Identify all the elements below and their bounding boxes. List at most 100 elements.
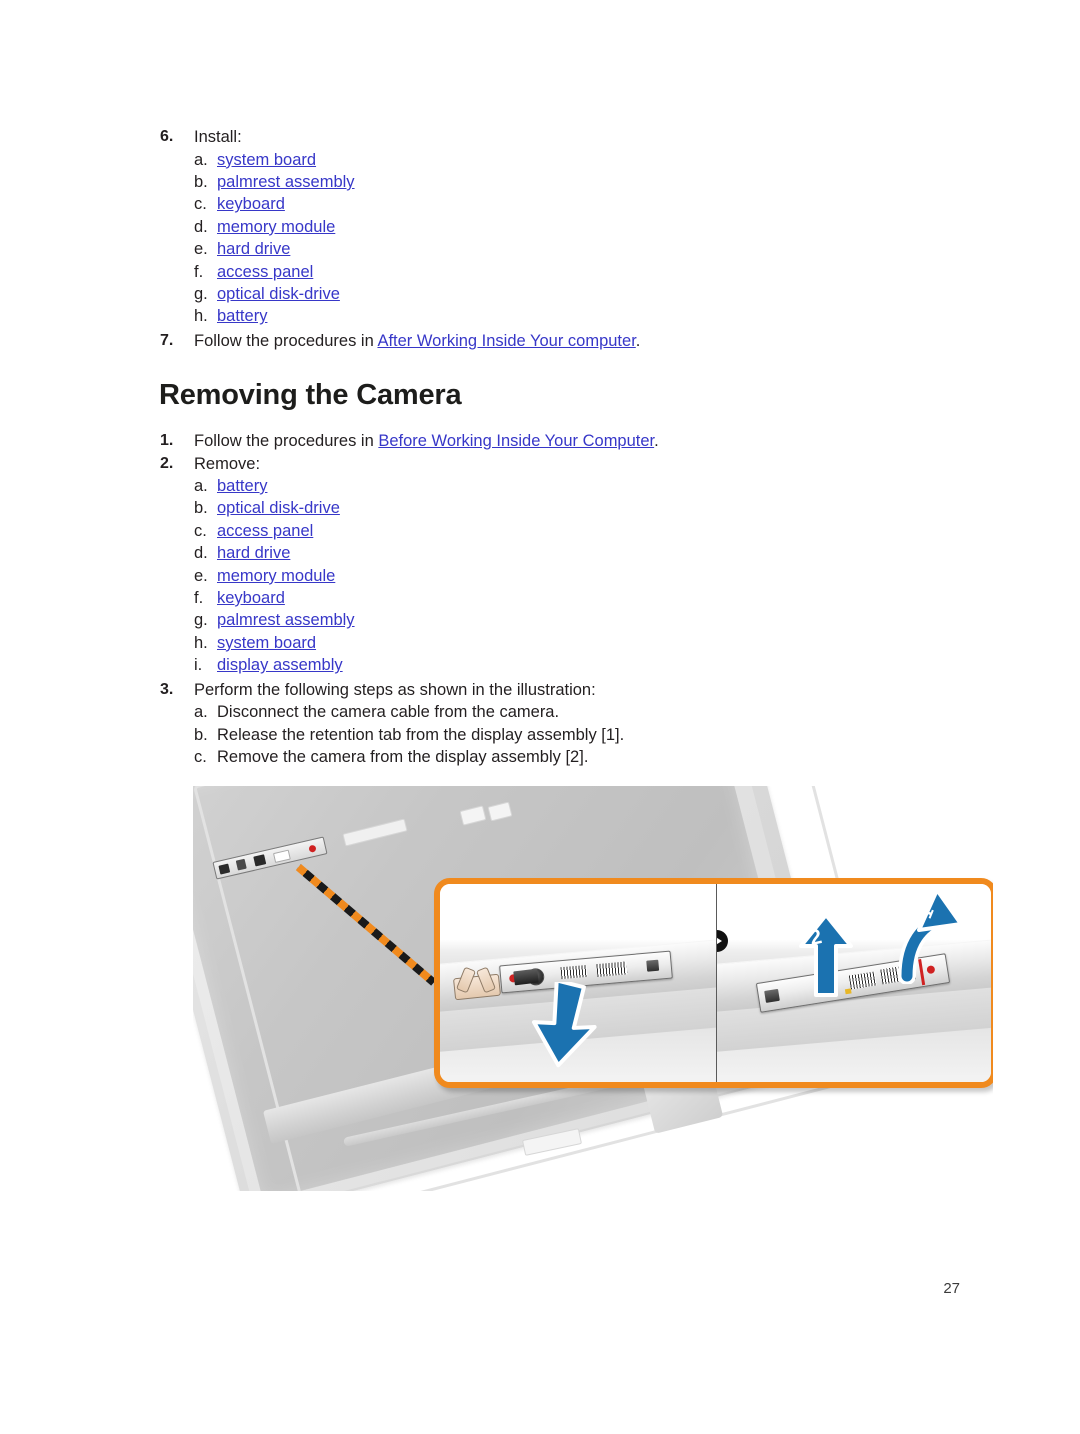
list-item: h. battery [160, 305, 940, 327]
perform-item-text: Release the retention tab from the displ… [217, 725, 625, 744]
item-marker: h. [194, 633, 208, 652]
perform-step: 3. Perform the following steps as shown … [160, 679, 940, 702]
link-hard-drive[interactable]: hard drive [217, 238, 940, 260]
item-marker: a. [194, 150, 208, 169]
remove-step: 2. Remove: [160, 453, 940, 476]
list-item: f. access panel [160, 261, 940, 283]
before-working-step: 1. Follow the procedures in Before Worki… [160, 430, 940, 453]
arrow-remove-up [798, 913, 853, 997]
item-marker: e. [194, 240, 208, 259]
item-marker: c. [194, 747, 207, 766]
item-marker: g. [194, 284, 208, 303]
zoom-callout-box: 2 1 [434, 878, 993, 1088]
callout-panel-disconnect [440, 884, 716, 1082]
item-marker: b. [194, 499, 208, 518]
arrow-disconnect-down [531, 982, 597, 1068]
link-optical-disk-drive[interactable]: optical disk-drive [217, 283, 940, 305]
link-after-working-inside[interactable]: After Working Inside Your computer [377, 332, 635, 350]
camera-barcode [596, 961, 628, 978]
list-item: d. hard drive [160, 542, 940, 564]
camera-label [272, 849, 291, 863]
before-working-step-number: 1. [160, 432, 174, 449]
item-marker: h. [194, 307, 208, 326]
after-working-prefix: Follow the procedures in [194, 331, 378, 350]
list-item: b. optical disk-drive [160, 497, 940, 519]
perform-item-text: Remove the camera from the display assem… [217, 747, 589, 766]
list-item: c. access panel [160, 520, 940, 542]
list-item: g. optical disk-drive [160, 283, 940, 305]
list-item: e. hard drive [160, 238, 940, 260]
removing-camera-block: 1. Follow the procedures in Before Worki… [160, 430, 940, 768]
perform-step-number: 3. [160, 680, 174, 698]
camera-connector [646, 959, 660, 972]
item-marker: a. [194, 703, 208, 722]
camera-lens [253, 854, 267, 867]
item-marker: d. [194, 217, 208, 236]
list-item: g. palmrest assembly [160, 609, 940, 631]
list-item: h. system board [160, 632, 940, 654]
list-item: b. palmrest assembly [160, 171, 940, 193]
link-access-panel[interactable]: access panel [217, 261, 940, 283]
link-memory-module[interactable]: memory module [217, 565, 940, 587]
arrow-release-tab [897, 888, 963, 984]
list-item: i. display assembly [160, 654, 940, 676]
before-working-prefix: Follow the procedures in [194, 432, 379, 450]
camera-connector [763, 988, 780, 1003]
install-step-text: Install: [194, 128, 242, 146]
camera-removal-illustration: 2 1 [193, 786, 993, 1191]
item-marker: e. [194, 566, 208, 585]
list-item: a. Disconnect the camera cable from the … [160, 701, 940, 723]
before-working-suffix: . [654, 432, 659, 450]
list-item: f. keyboard [160, 587, 940, 609]
link-display-assembly[interactable]: display assembly [217, 654, 940, 676]
link-battery[interactable]: battery [217, 475, 940, 497]
item-marker: a. [194, 477, 208, 495]
item-marker: i. [194, 656, 203, 675]
camera-barcode [560, 964, 588, 980]
link-battery[interactable]: battery [217, 305, 940, 327]
install-step: 6. Install: [160, 126, 940, 149]
link-system-board[interactable]: system board [217, 632, 940, 654]
list-item: d. memory module [160, 216, 940, 238]
link-before-working-inside[interactable]: Before Working Inside Your Computer [378, 432, 654, 450]
page-number: 27 [943, 1280, 960, 1297]
camera-red-pad [308, 844, 317, 853]
link-keyboard[interactable]: keyboard [217, 193, 940, 215]
remove-step-number: 2. [160, 454, 174, 472]
item-marker: b. [194, 725, 208, 744]
callout-panel-remove: 2 1 [715, 884, 991, 1082]
link-hard-drive[interactable]: hard drive [217, 542, 940, 564]
camera-connector [218, 863, 231, 875]
list-item: a. battery [160, 475, 940, 497]
item-marker: f. [194, 589, 204, 608]
link-access-panel[interactable]: access panel [217, 520, 940, 542]
link-keyboard[interactable]: keyboard [217, 587, 940, 609]
link-memory-module[interactable]: memory module [217, 216, 940, 238]
perform-step-text: Perform the following steps as shown in … [194, 680, 596, 699]
list-item: a. system board [160, 149, 940, 171]
item-marker: c. [194, 195, 207, 214]
install-sublist: a. system board b. palmrest assembly c. … [160, 149, 940, 328]
item-marker: d. [194, 544, 208, 563]
item-marker: g. [194, 611, 208, 630]
remove-step-text: Remove: [194, 454, 261, 473]
before-working-step-text: Follow the procedures in Before Working … [194, 430, 940, 453]
camera-chip [235, 858, 247, 871]
list-item: c. keyboard [160, 193, 940, 215]
link-system-board[interactable]: system board [217, 149, 940, 171]
after-working-step: 7. Follow the procedures in After Workin… [160, 330, 940, 353]
document-page: 6. Install: a. system board b. palmrest … [0, 0, 1080, 1434]
perform-item-text: Disconnect the camera cable from the cam… [217, 703, 560, 722]
link-palmrest-assembly[interactable]: palmrest assembly [217, 171, 940, 193]
install-step-number: 6. [160, 128, 174, 145]
install-step-block: 6. Install: a. system board b. palmrest … [160, 126, 940, 352]
after-working-step-text: Follow the procedures in After Working I… [194, 330, 940, 353]
callout-divider [715, 884, 717, 1082]
link-optical-disk-drive[interactable]: optical disk-drive [217, 497, 940, 519]
item-marker: b. [194, 172, 208, 191]
remove-sublist: a. battery b. optical disk-drive c. acce… [160, 475, 940, 677]
after-working-suffix: . [635, 331, 641, 350]
link-palmrest-assembly[interactable]: palmrest assembly [217, 609, 940, 631]
item-marker: c. [194, 521, 207, 540]
list-item: e. memory module [160, 565, 940, 587]
